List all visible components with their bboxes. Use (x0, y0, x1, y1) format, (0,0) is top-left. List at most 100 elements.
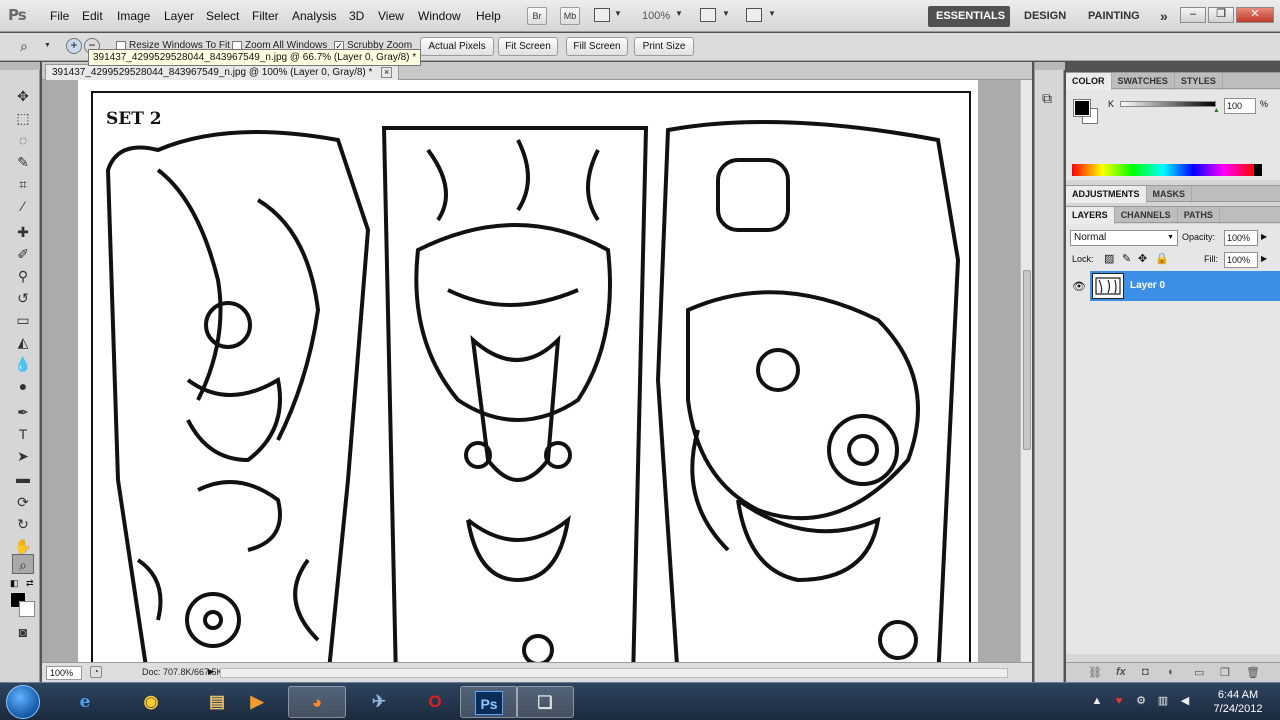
lock-all-icon[interactable]: 🔒 (1155, 252, 1169, 265)
path-selection-tool-icon[interactable]: ➤ (12, 446, 34, 466)
menu-3d[interactable]: 3D (349, 9, 364, 23)
window-switcher-icon[interactable]: ❏ (516, 686, 574, 718)
fit-screen-button[interactable]: Fit Screen (498, 37, 558, 56)
status-menu-arrow-icon[interactable]: ▶ (208, 667, 214, 676)
mini-bridge-button[interactable]: Mb (560, 7, 580, 25)
add-mask-icon[interactable]: ◘ (1142, 666, 1149, 678)
quick-mask-icon[interactable]: ◙ (12, 622, 34, 642)
foreground-color-swatch[interactable] (1073, 99, 1091, 117)
move-tool-icon[interactable]: ✥ (12, 86, 34, 106)
zoom-level-display[interactable]: 100% (642, 10, 670, 22)
3d-rotate-tool-icon[interactable]: ⟳ (12, 492, 34, 512)
vertical-scrollbar[interactable] (1020, 80, 1032, 662)
lock-position-icon[interactable]: ✥ (1138, 252, 1147, 265)
tab-paths[interactable]: PATHS (1178, 207, 1220, 224)
vertical-scrollbar-thumb[interactable] (1023, 270, 1031, 450)
volume-icon[interactable]: ◀ (1178, 694, 1192, 708)
marquee-tool-icon[interactable]: ⬚ (12, 108, 34, 128)
show-hidden-icons[interactable]: ▲ (1090, 694, 1104, 708)
visibility-eye-icon[interactable]: 👁 (1072, 280, 1086, 293)
background-color-swatch[interactable] (19, 601, 35, 617)
close-tab-icon[interactable]: × (381, 67, 393, 78)
pen-tool-icon[interactable]: ✒ (12, 402, 34, 422)
tab-swatches[interactable]: SWATCHES (1112, 73, 1175, 90)
zoom-tool-icon[interactable]: ⌕ (12, 554, 34, 574)
k-value-field[interactable]: 100 (1224, 98, 1256, 114)
history-brush-tool-icon[interactable]: ↺ (12, 288, 34, 308)
workspace-design[interactable]: DESIGN (1016, 6, 1074, 27)
tab-channels[interactable]: CHANNELS (1115, 207, 1178, 224)
zoom-tool-icon[interactable]: ⌕ (20, 38, 28, 55)
paint-bucket-tool-icon[interactable]: ◭ (12, 332, 34, 352)
brush-tool-icon[interactable]: ✐ (12, 244, 34, 264)
chevron-down-icon[interactable]: ▼ (44, 42, 51, 49)
adjustment-layer-icon[interactable]: ◐ (1168, 666, 1175, 678)
3d-orbit-tool-icon[interactable]: ↻ (12, 514, 34, 534)
menu-image[interactable]: Image (117, 9, 150, 23)
crop-tool-icon[interactable]: ⌗ (12, 174, 34, 194)
system-clock[interactable]: 6:44 AM 7/24/2012 (1200, 688, 1276, 716)
opera-icon[interactable]: O (406, 686, 464, 718)
menu-select[interactable]: Select (206, 9, 239, 23)
healing-brush-tool-icon[interactable]: ✚ (12, 222, 34, 242)
restore-icon[interactable]: ❐ (1208, 7, 1234, 23)
blend-mode-select[interactable]: Normal ▼ (1070, 230, 1178, 246)
tools-panel-header[interactable] (0, 62, 40, 70)
k-slider-marker[interactable]: ▲ (1213, 107, 1220, 114)
firefox-icon[interactable]: ◕ (288, 686, 346, 718)
fill-screen-button[interactable]: Fill Screen (566, 37, 628, 56)
default-colors-icon[interactable]: ◧ (10, 578, 19, 589)
bridge-button[interactable]: Br (527, 7, 547, 25)
menu-window[interactable]: Window (418, 9, 461, 23)
canvas-area[interactable]: SET 2 (42, 80, 1022, 662)
zoom-field[interactable]: 100% (46, 666, 82, 680)
tab-styles[interactable]: STYLES (1175, 73, 1223, 90)
link-layers-icon[interactable]: ⛓ (1088, 666, 1102, 679)
lasso-tool-icon[interactable]: ◌ (12, 130, 34, 150)
chevron-down-icon[interactable]: ▼ (722, 9, 730, 18)
status-info-icon[interactable]: ◔ (90, 666, 102, 678)
swap-colors-icon[interactable]: ⇄ (26, 578, 34, 589)
rectangle-tool-icon[interactable]: ▬ (12, 468, 34, 488)
close-icon[interactable]: ✕ (1236, 7, 1274, 23)
print-size-button[interactable]: Print Size (634, 37, 694, 56)
layer-style-icon[interactable]: fx (1116, 666, 1126, 678)
color-spectrum-ramp[interactable] (1072, 164, 1254, 176)
blur-tool-icon[interactable]: 💧 (12, 354, 34, 374)
chevron-down-icon[interactable]: ▼ (614, 9, 622, 18)
media-player-icon[interactable]: ▶ (228, 686, 286, 718)
menu-layer[interactable]: Layer (164, 9, 194, 23)
network-icon[interactable]: ▥ (1156, 694, 1170, 708)
workspace-more-icon[interactable]: » (1152, 6, 1176, 27)
tab-masks[interactable]: MASKS (1147, 186, 1193, 203)
fill-arrow-icon[interactable]: ▶ (1261, 254, 1267, 263)
new-group-icon[interactable]: ▭ (1194, 666, 1204, 679)
menu-file[interactable]: File (50, 9, 69, 23)
menu-filter[interactable]: Filter (252, 9, 279, 23)
start-button[interactable] (6, 685, 40, 719)
chevron-down-icon[interactable]: ▼ (675, 9, 683, 18)
menu-view[interactable]: View (378, 9, 404, 23)
horizontal-scrollbar[interactable] (220, 668, 1008, 678)
ramp-black-swatch[interactable] (1254, 164, 1262, 176)
dodge-tool-icon[interactable]: ● (12, 376, 34, 396)
menu-edit[interactable]: Edit (82, 9, 103, 23)
zoom-in-icon[interactable]: + (66, 38, 82, 54)
actual-pixels-button[interactable]: Actual Pixels (420, 37, 494, 56)
workspace-painting[interactable]: PAINTING (1080, 6, 1148, 27)
screen-mode-icon[interactable] (746, 8, 762, 22)
new-layer-icon[interactable]: ❐ (1220, 666, 1230, 679)
artwork-canvas[interactable]: SET 2 (78, 80, 978, 662)
view-extras-icon[interactable] (594, 8, 610, 22)
minimize-icon[interactable]: – (1180, 7, 1206, 23)
history-panel-icon[interactable]: ⧉ (1042, 90, 1052, 107)
layer-name[interactable]: Layer 0 (1130, 280, 1165, 291)
internet-explorer-icon[interactable]: e (56, 686, 114, 718)
tab-adjustments[interactable]: ADJUSTMENTS (1066, 186, 1147, 203)
opacity-field[interactable]: 100% (1224, 230, 1258, 246)
eyedropper-tool-icon[interactable]: ⁄ (12, 196, 34, 216)
opacity-arrow-icon[interactable]: ▶ (1261, 232, 1267, 241)
app-tray-icon[interactable]: ⚙ (1134, 694, 1148, 708)
document-tab[interactable]: 391437_4299529528044_843967549_n.jpg @ 1… (45, 64, 400, 80)
app-launcher-icon[interactable]: ✈ (350, 686, 408, 718)
